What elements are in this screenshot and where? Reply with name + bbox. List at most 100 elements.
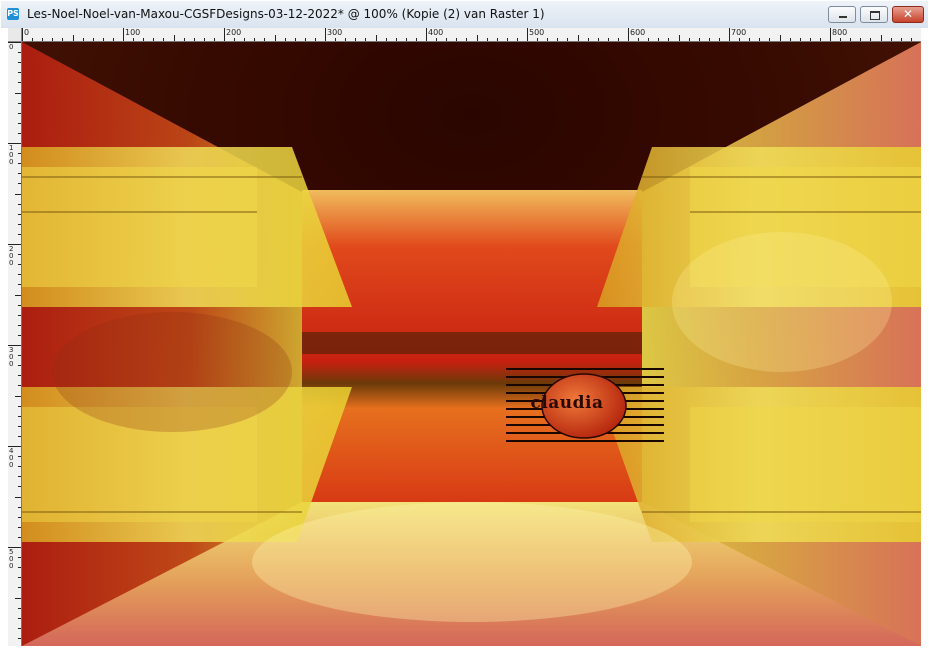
ruler-tick <box>18 375 21 377</box>
ruler-tick <box>254 38 256 41</box>
ruler-tick <box>163 38 165 41</box>
ruler-tick <box>18 466 21 468</box>
ruler-tick <box>617 38 619 41</box>
ruler-tick <box>18 112 21 114</box>
ruler-tick <box>22 28 23 41</box>
ruler-tick <box>102 38 104 41</box>
ruler-tick <box>18 223 21 225</box>
minimize-button[interactable] <box>828 6 856 23</box>
ruler-tick <box>466 38 468 41</box>
window-border-left <box>0 28 8 655</box>
ruler-tick <box>18 476 21 478</box>
ruler-tick <box>18 486 21 488</box>
ruler-tick <box>577 35 579 41</box>
ruler-tick <box>18 456 21 458</box>
ruler-tick <box>910 38 912 41</box>
ruler-tick <box>314 38 316 41</box>
title-bar[interactable]: PS Les-Noel-Noel-van-Maxou-CGSFDesigns-0… <box>1 1 928 29</box>
ruler-label: 0 <box>9 43 14 51</box>
ruler-tick <box>648 38 650 41</box>
ruler-label: 200 <box>9 245 14 267</box>
ruler-tick <box>18 274 21 276</box>
ruler-tick <box>193 38 195 41</box>
ruler-tick <box>18 72 21 74</box>
ruler-tick <box>345 38 347 41</box>
ruler-tick <box>506 38 508 41</box>
ruler-tick <box>32 38 34 41</box>
ruler-tick <box>234 38 236 41</box>
ruler-tick <box>395 38 397 41</box>
ruler-tick <box>850 38 852 41</box>
vertical-ruler[interactable]: 0 100 200 300 400 500 <box>8 42 22 646</box>
ruler-tick <box>18 435 21 437</box>
ruler-corner <box>8 28 22 42</box>
ruler-tick <box>15 92 21 94</box>
ruler-tick <box>18 526 21 528</box>
canvas-artwork <box>22 42 921 646</box>
ruler-tick <box>18 203 21 205</box>
ruler-tick <box>385 38 387 41</box>
ruler-tick <box>304 38 306 41</box>
ruler-tick <box>18 355 21 357</box>
window-border-right <box>921 28 929 655</box>
ruler-tick <box>607 38 609 41</box>
ruler-tick <box>638 38 640 41</box>
ruler-tick <box>18 385 21 387</box>
ruler-tick <box>213 38 215 41</box>
ruler-tick <box>18 567 21 569</box>
ruler-tick <box>72 35 74 41</box>
ruler-label: 100 <box>125 28 141 37</box>
ruler-tick <box>18 233 21 235</box>
ruler-tick <box>18 213 21 215</box>
ruler-tick <box>426 28 427 41</box>
ruler-label: 200 <box>226 28 242 37</box>
ruler-tick <box>18 516 21 518</box>
ruler-tick <box>597 38 599 41</box>
ruler-tick <box>557 38 559 41</box>
ruler-tick <box>173 35 175 41</box>
horizontal-ruler[interactable]: 0 100 200 300 400 500 600 700 800 <box>22 28 921 42</box>
ruler-tick <box>15 193 21 195</box>
ruler-tick <box>18 607 21 609</box>
ruler-tick <box>486 38 488 41</box>
watermark-text: claudia <box>530 393 604 413</box>
ruler-tick <box>183 38 185 41</box>
ruler-tick <box>890 38 892 41</box>
ruler-tick <box>18 173 21 175</box>
ruler-tick <box>15 496 21 498</box>
image-canvas[interactable]: claudia <box>22 42 921 646</box>
ruler-tick <box>284 38 286 41</box>
ruler-tick <box>516 38 518 41</box>
ruler-tick <box>355 38 357 41</box>
ruler-tick <box>274 35 276 41</box>
close-icon: ✕ <box>902 7 914 21</box>
ruler-tick <box>244 38 246 41</box>
ruler-tick <box>123 28 124 41</box>
ruler-tick <box>799 38 801 41</box>
image-window: PS Les-Noel-Noel-van-Maxou-CGSFDesigns-0… <box>0 0 929 655</box>
ruler-tick <box>860 38 862 41</box>
ruler-tick <box>789 38 791 41</box>
ruler-tick <box>18 163 21 165</box>
ruler-tick <box>456 38 458 41</box>
ruler-label: 400 <box>428 28 444 37</box>
ruler-tick <box>18 153 21 155</box>
close-button[interactable]: ✕ <box>892 6 924 23</box>
ruler-tick <box>678 35 680 41</box>
ruler-tick <box>133 38 135 41</box>
maximize-button[interactable] <box>860 6 888 23</box>
ruler-tick <box>224 28 225 41</box>
ruler-tick <box>112 38 114 41</box>
ruler-tick <box>18 587 21 589</box>
ruler-label: 700 <box>731 28 747 37</box>
ruler-tick <box>18 254 21 256</box>
ruler-tick <box>18 102 21 104</box>
window-title: Les-Noel-Noel-van-Maxou-CGSFDesigns-03-1… <box>27 7 545 21</box>
ruler-tick <box>18 637 21 639</box>
ruler-tick <box>153 38 155 41</box>
app-icon: PS <box>7 8 19 20</box>
ruler-tick <box>365 38 367 41</box>
maximize-icon <box>861 7 887 22</box>
ruler-tick <box>18 324 21 326</box>
ruler-tick <box>718 38 720 41</box>
